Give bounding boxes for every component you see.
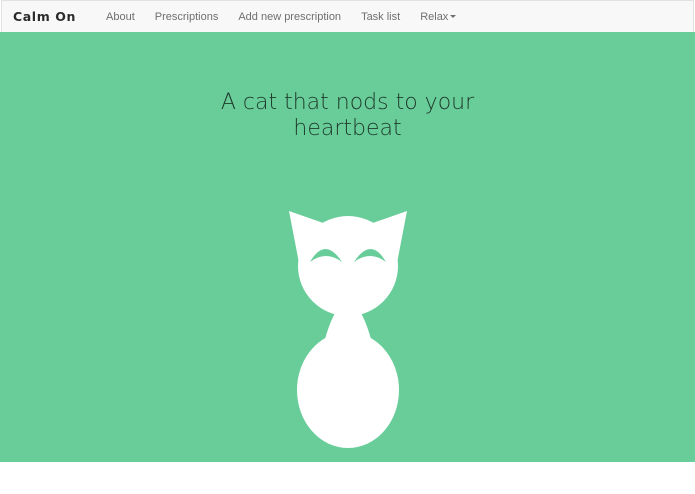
- cat-head: [298, 216, 398, 316]
- nav-links: About Prescriptions Add new prescription…: [96, 1, 466, 32]
- brand-logo[interactable]: Calm On: [13, 9, 76, 24]
- main-content: A cat that nods to your heartbeat: [0, 32, 695, 462]
- nav-item-about[interactable]: About: [96, 11, 145, 23]
- cat-icon: [289, 211, 407, 448]
- nav-item-prescriptions[interactable]: Prescriptions: [145, 11, 229, 23]
- headline-line-1: A cat that nods to your: [220, 90, 475, 115]
- caret-down-icon: [450, 15, 457, 19]
- nav-item-task-list[interactable]: Task list: [351, 11, 410, 23]
- page-headline: A cat that nods to your heartbeat: [0, 90, 695, 142]
- nav-item-add-new-prescription[interactable]: Add new prescription: [228, 11, 351, 23]
- relax-label: Relax: [420, 10, 449, 23]
- nav-item-relax-dropdown[interactable]: Relax: [410, 11, 466, 23]
- top-navbar: Calm On About Prescriptions Add new pres…: [1, 0, 694, 33]
- headline-line-2: heartbeat: [293, 116, 402, 141]
